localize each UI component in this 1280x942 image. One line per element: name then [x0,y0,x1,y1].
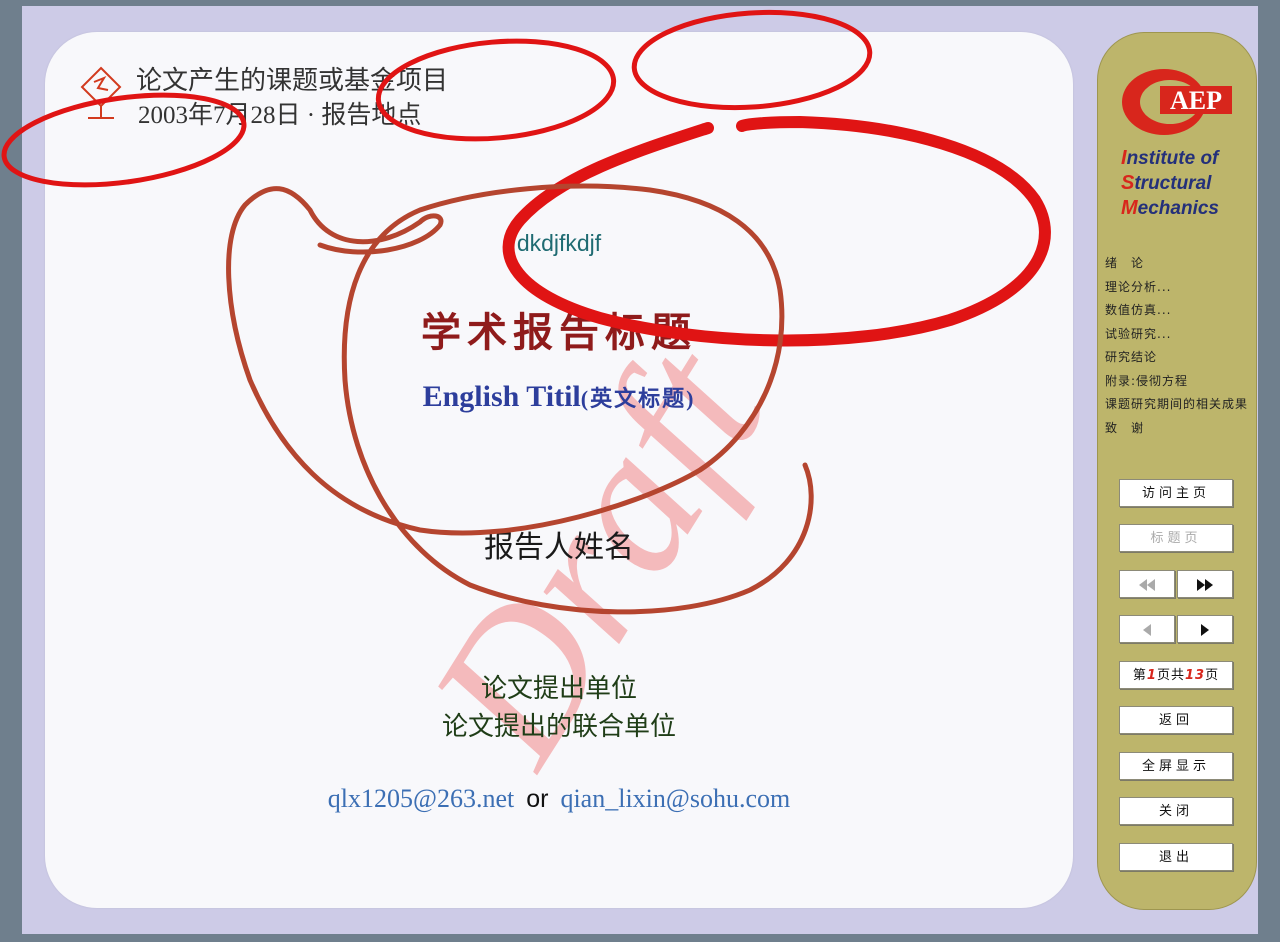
header-topic: 论文产生的课题或基金项目 [136,66,449,96]
close-button[interactable]: 关闭 [1119,797,1233,825]
reporter-name: 报告人姓名 [484,530,634,565]
institute-line-1: Institute of [1121,147,1219,169]
next-triangle-icon [1201,623,1209,636]
quit-button[interactable]: 退出 [1119,843,1233,871]
rewind-icon [1139,578,1155,591]
main-title: 学术报告标题 [421,309,697,356]
toc-item-conclusion[interactable]: 研究结论 [1105,348,1248,372]
institution-joint: 论文提出的联合单位 [441,712,676,742]
aep-logo-text: AEP [1170,86,1222,115]
prev-triangle-icon [1143,623,1151,636]
back-button[interactable]: 返回 [1119,706,1233,734]
email-link-sohu[interactable]: qian_lixin@sohu.com [560,784,790,813]
title-page-button[interactable]: 标题页 [1119,524,1233,552]
first-page-button[interactable] [1119,570,1175,598]
toc-item-results[interactable]: 课题研究期间的相关成果 [1105,395,1248,419]
home-page-button[interactable]: 访问主页 [1119,479,1233,507]
email-link-263[interactable]: qlx1205@263.net [328,784,514,813]
total-page-number: 13 [1184,668,1206,683]
english-title-cn: (英文标题) [580,386,696,411]
email-or-text: or [526,785,549,813]
institution-primary: 论文提出单位 [480,674,637,704]
fast-forward-icon [1197,578,1213,591]
institute-line-3: Mechanics [1121,197,1219,219]
toc-item-theory[interactable]: 理论分析... [1105,278,1248,302]
table-of-contents: 绪 论 理论分析... 数值仿真... 试验研究... 研究结论 附录:侵彻方程… [1105,254,1248,442]
toc-item-appendix[interactable]: 附录:侵彻方程 [1105,372,1248,396]
english-title: English Titil(英文标题) [45,380,1073,414]
last-page-button[interactable] [1177,570,1233,598]
contact-emails: qlx1205@263.net or qian_lixin@sohu.com [45,784,1073,814]
page-indicator: 第1页共13页 [1119,661,1233,689]
toc-item-thanks[interactable]: 致 谢 [1105,419,1248,443]
road-sign-icon [80,66,122,119]
current-page-number: 1 [1146,668,1157,683]
slide-canvas [45,32,1073,908]
english-title-en: English Titil [422,380,581,413]
aep-logo-icon: AEP [1122,69,1232,135]
toc-item-intro[interactable]: 绪 论 [1105,254,1248,278]
toc-item-simulation[interactable]: 数值仿真... [1105,301,1248,325]
toc-item-experiment[interactable]: 试验研究... [1105,325,1248,349]
institute-name: Institute of Structural Mechanics [1121,146,1219,221]
slide-subtitle-text: dkdjfkdjf [516,230,602,256]
institute-line-2: Structural [1121,172,1212,194]
fullscreen-button[interactable]: 全屏显示 [1119,752,1233,780]
prev-page-button[interactable] [1119,615,1175,643]
next-page-button[interactable] [1177,615,1233,643]
header-date-location: 2003年7月28日 · 报告地点 [138,102,422,129]
